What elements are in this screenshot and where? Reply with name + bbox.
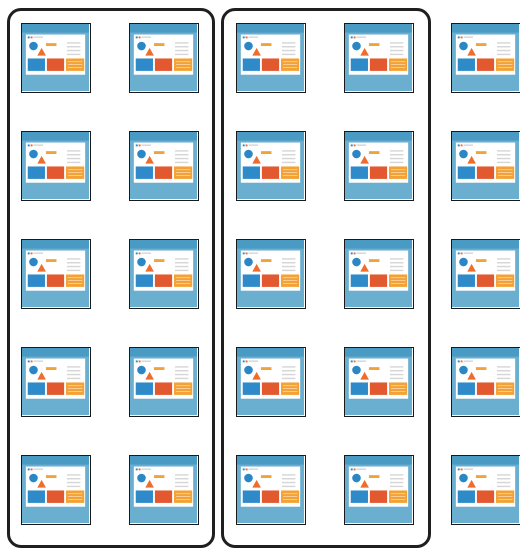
slide-thumbnail[interactable]	[344, 23, 414, 93]
slide-thumbnail-icon	[452, 348, 520, 415]
slide-thumbnail[interactable]	[451, 239, 520, 309]
slide-thumbnail[interactable]	[344, 239, 414, 309]
slide-thumbnail-icon	[130, 24, 198, 91]
slide-thumbnail-icon	[237, 348, 305, 415]
slide-thumbnail[interactable]	[236, 347, 306, 417]
slide-thumbnail-icon	[452, 24, 520, 91]
slide-thumbnail[interactable]	[21, 131, 91, 201]
slide-thumbnail-icon	[130, 456, 198, 523]
slide-thumbnail-icon	[345, 456, 413, 523]
slide-thumbnail-icon	[452, 240, 520, 307]
slide-thumbnail[interactable]	[236, 455, 306, 525]
slide-thumbnail[interactable]	[21, 23, 91, 93]
slide-thumbnail[interactable]	[451, 23, 520, 93]
slide-thumbnail-icon	[345, 240, 413, 307]
slide-thumbnail-icon	[237, 456, 305, 523]
slide-thumbnail[interactable]	[129, 23, 199, 93]
slide-thumbnail-icon	[130, 132, 198, 199]
slide-thumbnail-icon	[22, 456, 90, 523]
slide-thumbnail[interactable]	[129, 239, 199, 309]
slide-thumbnail[interactable]	[344, 347, 414, 417]
slide-thumbnail-icon	[237, 240, 305, 307]
slide-thumbnail[interactable]	[236, 131, 306, 201]
slide-thumbnail[interactable]	[236, 23, 306, 93]
slide-thumbnail[interactable]	[451, 131, 520, 201]
slide-thumbnail[interactable]	[344, 131, 414, 201]
slide-thumbnail-icon	[237, 132, 305, 199]
slide-thumbnail[interactable]	[129, 347, 199, 417]
slide-thumbnail[interactable]	[21, 347, 91, 417]
slide-thumbnail[interactable]	[451, 347, 520, 417]
slide-thumbnail-icon	[237, 24, 305, 91]
slide-thumbnail-icon	[22, 240, 90, 307]
slide-thumbnail[interactable]	[21, 239, 91, 309]
slide-thumbnail[interactable]	[21, 455, 91, 525]
slide-thumbnail-icon	[345, 348, 413, 415]
slide-thumbnail[interactable]	[129, 455, 199, 525]
slide-thumbnail-icon	[345, 24, 413, 91]
slide-thumbnail-icon	[130, 348, 198, 415]
slide-thumbnail-icon	[22, 348, 90, 415]
slide-thumbnail-icon	[452, 456, 520, 523]
slide-thumbnail-icon	[22, 24, 90, 91]
slide-thumbnail[interactable]	[344, 455, 414, 525]
slide-thumbnail-icon	[452, 132, 520, 199]
slide-thumbnail-icon	[345, 132, 413, 199]
slide-thumbnail-icon	[130, 240, 198, 307]
slide-thumbnail[interactable]	[236, 239, 306, 309]
slide-thumbnail[interactable]	[129, 131, 199, 201]
slide-thumbnail-icon	[22, 132, 90, 199]
slide-thumbnail[interactable]	[451, 455, 520, 525]
